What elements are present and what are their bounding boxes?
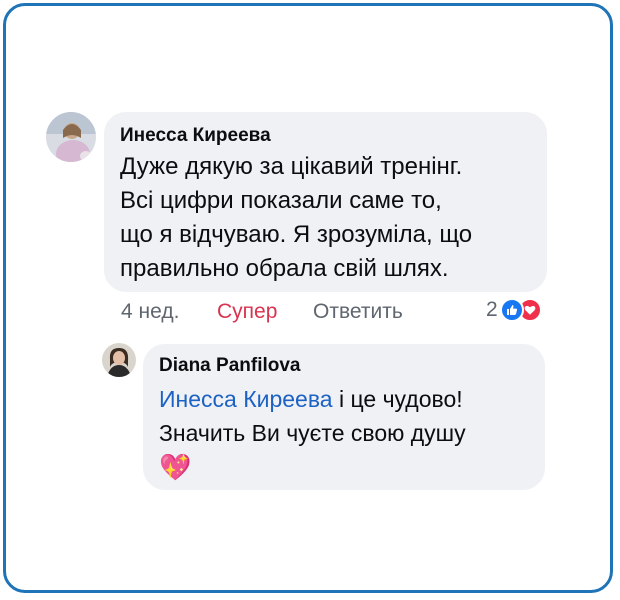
reaction-count: 2 [486,298,498,321]
comment-line: що я відчуваю. Я зрозуміла, що [120,221,473,248]
comment-line: Всі цифри показали саме то, [120,187,442,214]
comment-time[interactable]: 4 нед. [121,300,179,324]
reply-author[interactable]: Diana Panfilova [159,355,301,377]
comment-bubble: Инесса Киреева Дуже дякую за цікавий тре… [104,112,547,292]
avatar[interactable] [46,112,96,162]
reply-line: Инесса Киреева і це чудово! [159,382,466,416]
reply-bubble: Diana Panfilova Инесса Киреева і це чудо… [143,344,545,490]
comment-text: Дуже дякую за цікавий тренінг. Всі цифри… [120,150,472,286]
reply-text: Инесса Киреева і це чудово! Значить Ви ч… [159,382,466,484]
reaction-summary[interactable]: 2 [486,298,542,322]
sparkling-heart-icon: 💖 [159,452,192,482]
reply-avatar[interactable] [102,343,136,377]
mention-link[interactable]: Инесса Киреева [159,386,333,412]
comment-line: Дуже дякую за цікавий тренінг. [120,153,463,180]
comment-author[interactable]: Инесса Киреева [120,125,271,147]
reply-button[interactable]: Ответить [313,300,403,324]
reply-line-text: і це чудово! [332,386,463,412]
like-icon [499,298,524,322]
reply-line: Значить Ви чуєте свою душу [159,420,466,446]
reaction-button[interactable]: Супер [217,300,277,324]
comment-line: правильно обрала свій шлях. [120,255,449,282]
